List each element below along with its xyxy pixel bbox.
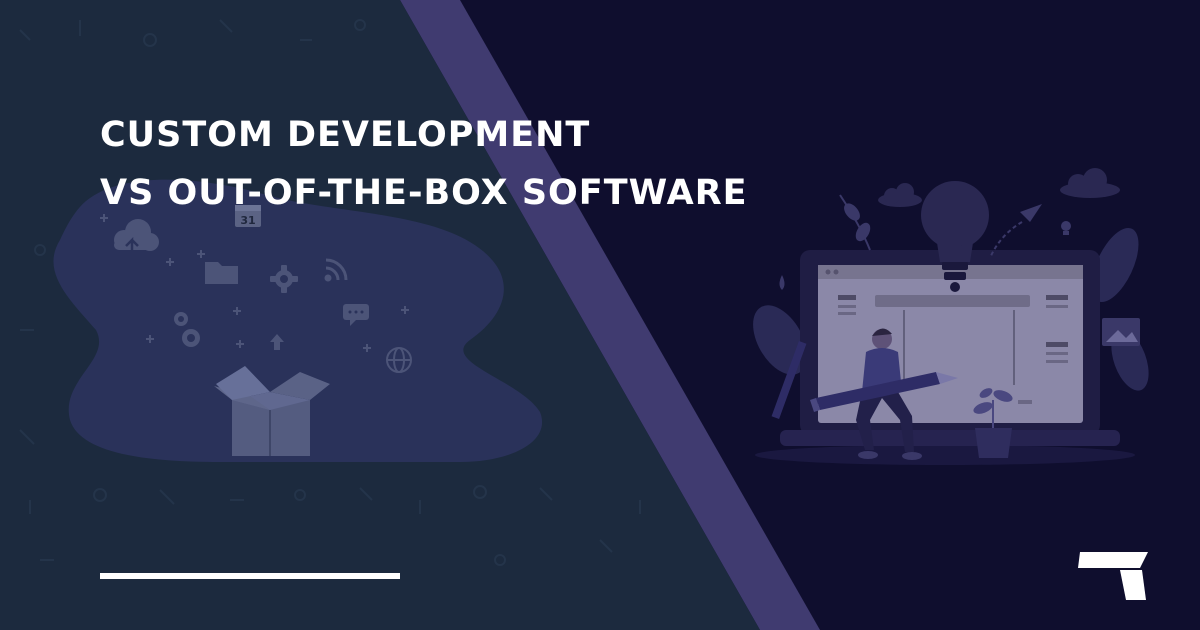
brand-logo-icon	[1078, 552, 1148, 600]
background-illustration: 31	[0, 0, 1200, 630]
laptop-shadow	[755, 445, 1135, 465]
laptop-base	[780, 430, 1120, 446]
headline-line-1: CUSTOM DEVELOPMENT	[100, 115, 591, 155]
title-underline	[100, 573, 400, 579]
headline-line-2: VS OUT-OF-THE-BOX SOFTWARE	[100, 173, 748, 213]
headline: CUSTOM DEVELOPMENT VS OUT-OF-THE-BOX SOF…	[100, 106, 748, 222]
image-icon	[1102, 318, 1140, 346]
hero-banner: 31 CUSTOM DEVELOPMENT VS OUT-OF-THE-BOX …	[0, 0, 1200, 630]
